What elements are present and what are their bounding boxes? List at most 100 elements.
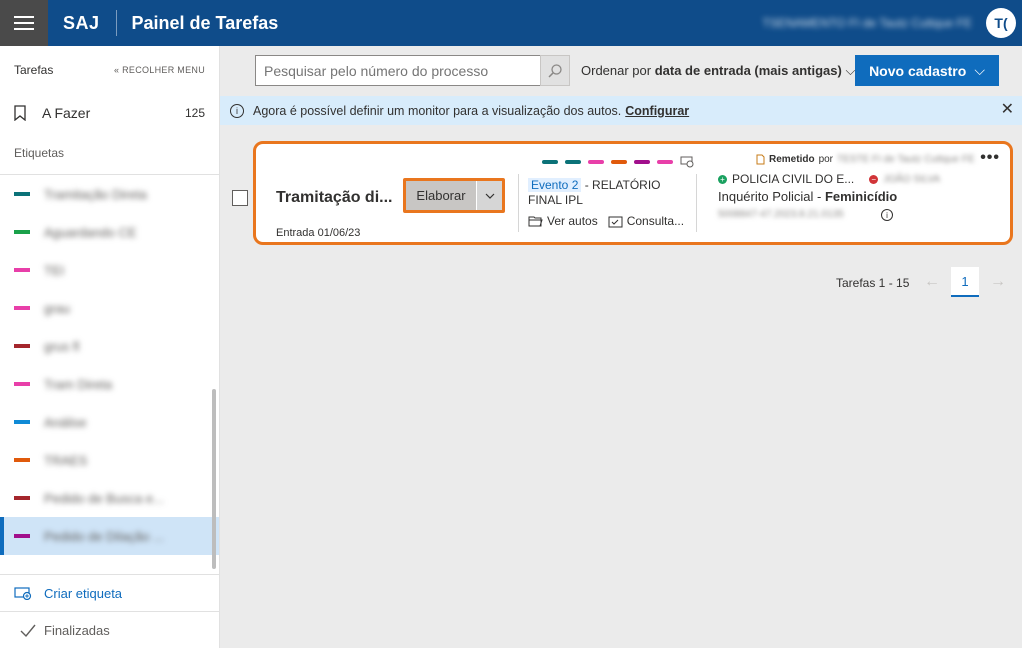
info-message: Agora é possível definir um monitor para… xyxy=(253,103,622,118)
chevron-down-icon: ⌵ xyxy=(974,62,985,78)
sidebar-item-finalizadas[interactable]: Finalizadas xyxy=(0,611,219,648)
close-icon[interactable]: ✕ xyxy=(1001,102,1014,118)
tag-list: Tramitação Direta Aguardando CE TEI grau… xyxy=(0,174,219,570)
consult-button[interactable]: Consulta... xyxy=(608,214,684,228)
header-divider xyxy=(115,10,117,36)
task-checkbox[interactable] xyxy=(232,190,248,206)
tag-color-swatch xyxy=(14,420,30,424)
create-tag-button[interactable]: Criar etiqueta xyxy=(0,575,219,611)
consult-label: Consulta... xyxy=(626,214,685,228)
tag-name: grus fl xyxy=(44,338,80,354)
tag-color-swatch xyxy=(14,382,30,386)
arrow-left-icon[interactable]: ← xyxy=(918,268,946,296)
process-class: Inquérito Policial - Feminicídio xyxy=(718,189,897,204)
add-tag-icon xyxy=(14,587,32,600)
tag-name: Pedido de Dilação ... xyxy=(44,528,164,544)
tag-name: Tramitação Direta xyxy=(44,186,147,202)
event-badge[interactable]: Evento 2 xyxy=(528,178,582,192)
sidebar-item-label: A Fazer xyxy=(42,105,91,121)
sidebar-footer: Criar etiqueta Finalizadas xyxy=(0,574,219,648)
tag-name: TRAES xyxy=(44,452,88,468)
info-icon[interactable]: i xyxy=(881,209,893,221)
elaborar-button[interactable]: Elaborar xyxy=(406,181,476,210)
tag-item[interactable]: TEI xyxy=(0,251,219,289)
event-info: Evento 2 - RELATÓRIO FINAL IPL xyxy=(528,178,688,208)
search-icon xyxy=(548,63,562,78)
page-button[interactable]: 1 xyxy=(951,267,979,297)
tag-color-mark xyxy=(588,160,604,164)
tag-color-swatch xyxy=(14,192,30,196)
new-record-label: Novo cadastro xyxy=(869,62,967,79)
active-party: POLICIA CIVIL DO E... xyxy=(732,172,855,186)
bookmark-icon xyxy=(14,105,26,121)
minus-icon: − xyxy=(869,174,879,184)
tag-color-swatch xyxy=(14,230,30,234)
tag-color-mark xyxy=(634,160,650,164)
search-button[interactable] xyxy=(540,55,570,86)
elaborar-split-button: Elaborar xyxy=(403,178,505,213)
menu-icon[interactable] xyxy=(0,0,48,46)
tag-item[interactable]: grus fl xyxy=(0,327,219,365)
tag-item[interactable]: TRAES xyxy=(0,441,219,479)
event-actions: Ver autos Consulta... xyxy=(528,214,684,228)
avatar[interactable]: T( xyxy=(986,8,1016,38)
task-title[interactable]: Tramitação di... xyxy=(276,189,392,207)
class-separator: - xyxy=(813,189,825,204)
tag-name: Tram Direta xyxy=(44,376,113,392)
tag-item[interactable]: Aguardando CE xyxy=(0,213,219,251)
more-options-icon[interactable]: ••• xyxy=(980,149,1000,167)
tag-color-swatch xyxy=(14,306,30,310)
view-docs-button[interactable]: Ver autos xyxy=(528,214,598,228)
class-name: Inquérito Policial xyxy=(718,189,814,204)
add-tag-icon[interactable] xyxy=(680,156,694,168)
tag-name: Aguardando CE xyxy=(44,224,137,240)
brand-logo[interactable]: SAJ xyxy=(63,13,100,34)
sort-value: data de entrada (mais antigas) xyxy=(654,63,842,78)
tag-name: TEI xyxy=(44,262,65,278)
tag-color-swatch xyxy=(14,534,30,538)
sidebar-header: Tarefas « RECOLHER MENU xyxy=(0,46,219,94)
sidebar-scrollbar[interactable] xyxy=(212,389,216,569)
tag-color-swatch xyxy=(14,344,30,348)
tag-item[interactable]: Pedido de Dilação ... xyxy=(0,517,219,555)
new-record-button[interactable]: Novo cadastro ⌵ xyxy=(855,55,999,86)
view-docs-label: Ver autos xyxy=(547,214,598,228)
arrow-right-icon[interactable]: → xyxy=(984,268,1012,296)
tag-color-mark xyxy=(657,160,673,164)
chevron-down-icon xyxy=(485,193,494,199)
calendar-check-icon xyxy=(608,216,623,227)
card-divider xyxy=(696,174,697,232)
task-tag-colors xyxy=(542,156,694,168)
tag-item[interactable]: Análise xyxy=(0,403,219,441)
passive-party: JOÃO SILVA xyxy=(883,173,941,185)
collapse-menu-button[interactable]: « RECOLHER MENU xyxy=(114,65,205,75)
tag-color-mark xyxy=(542,160,558,164)
tag-item[interactable]: grau xyxy=(0,289,219,327)
tag-item[interactable]: Tramitação Direta xyxy=(0,175,219,213)
tag-color-mark xyxy=(611,160,627,164)
tag-name: Análise xyxy=(44,414,87,430)
sidebar-item-a-fazer[interactable]: A Fazer 125 xyxy=(0,94,219,132)
tag-name: grau xyxy=(44,300,71,316)
user-name[interactable]: TSENAMENTO FI de Tautz Cuttque FE xyxy=(762,16,972,30)
search-input[interactable] xyxy=(255,55,541,86)
plus-icon: + xyxy=(718,174,727,184)
process-number[interactable]: 5008847-47.2023.8.21.0135 xyxy=(718,209,844,220)
tag-item[interactable]: Pedido de Busca e... xyxy=(0,479,219,517)
task-card[interactable]: Tramitação di... Entrada 01/06/23 Elabor… xyxy=(253,141,1013,245)
task-entry-date: Entrada 01/06/23 xyxy=(276,227,361,239)
pagination-label: Tarefas 1 - 15 xyxy=(836,276,910,290)
elaborar-dropdown-button[interactable] xyxy=(476,181,502,210)
card-divider xyxy=(518,174,519,232)
remetido-name: TESTE FI de Tautz Cuttque FE xyxy=(837,154,975,165)
create-tag-label: Criar etiqueta xyxy=(44,585,123,601)
document-icon xyxy=(756,154,765,165)
tag-item[interactable]: Tram Direta xyxy=(0,365,219,403)
sort-dropdown[interactable]: Ordenar por data de entrada (mais antiga… xyxy=(581,63,855,79)
page-title: Painel de Tarefas xyxy=(131,12,279,33)
tag-color-swatch xyxy=(14,496,30,500)
subject: Feminicídio xyxy=(824,189,898,204)
sort-prefix: Ordenar por xyxy=(581,63,652,78)
configure-link[interactable]: Configurar xyxy=(625,104,689,118)
remetido-info: Remetido por TESTE FI de Tautz Cuttque F… xyxy=(756,154,975,165)
